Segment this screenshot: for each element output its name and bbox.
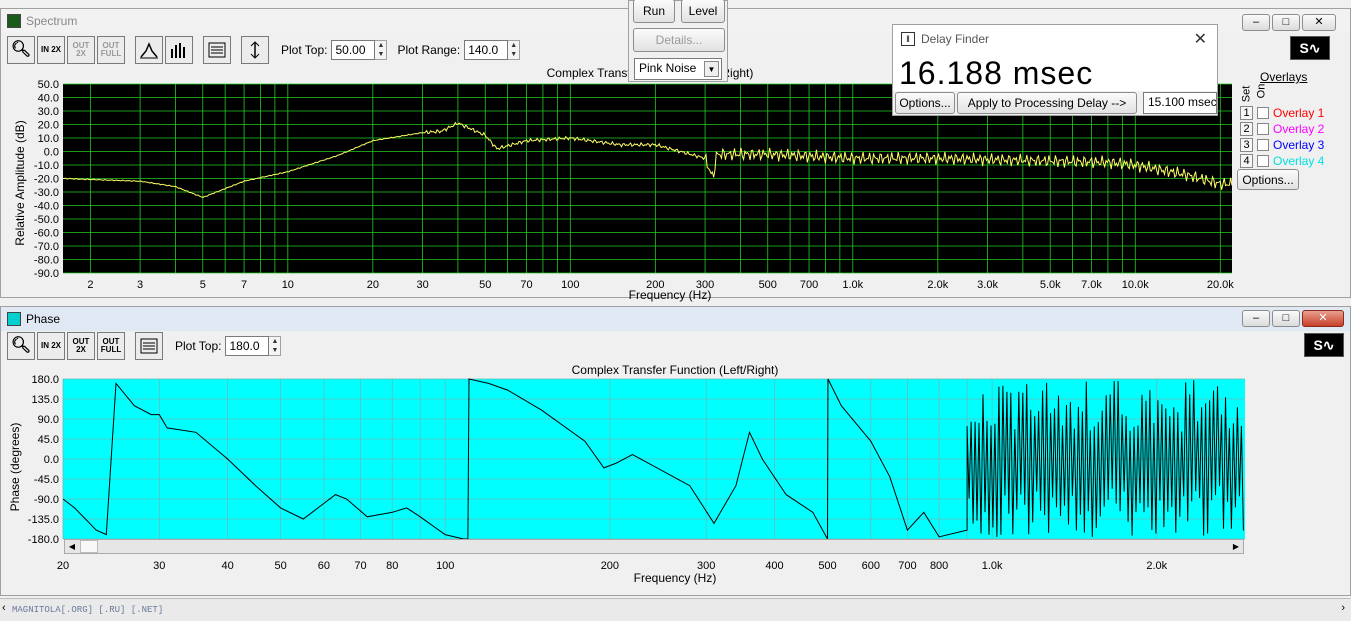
phase-titlebar[interactable]: Phase [1, 307, 1350, 331]
overlay-set-button[interactable]: 2 [1240, 122, 1253, 136]
plot-top-input[interactable]: 50.00 [331, 40, 376, 60]
overlay-checkbox[interactable] [1257, 123, 1269, 135]
zoom-in-2x-icon[interactable]: IN 2X [37, 332, 65, 360]
maximize-button[interactable]: □ [1272, 14, 1300, 31]
generator-panel: Run Level Details... Pink Noise ▼ [628, 0, 728, 82]
zoom-out-2x-icon[interactable]: OUT 2X [67, 332, 95, 360]
overlay-set-button[interactable]: 4 [1240, 154, 1253, 168]
overlays-title[interactable]: Overlays [1260, 70, 1307, 84]
minimize-button[interactable]: – [1242, 310, 1270, 327]
phase-plot-top-label: Plot Top: [175, 339, 222, 353]
phase-sound-button[interactable]: S∿ [1304, 333, 1344, 357]
plot-range-input[interactable]: 140.0 [464, 40, 509, 60]
phase-plot-top-input[interactable]: 180.0 [225, 336, 270, 356]
close-icon[interactable]: ✕ [1194, 29, 1207, 49]
zoom-out-full-icon[interactable]: OUT FULL [97, 36, 125, 64]
plot-top-arrows[interactable]: ▲ ▼ [375, 40, 388, 60]
display-options-icon[interactable] [135, 332, 163, 360]
apply-processing-delay-button[interactable]: Apply to Processing Delay --> [957, 92, 1137, 114]
spectrum-window-controls: – □ ✕ [1242, 14, 1336, 31]
zoom-in-2x-icon[interactable]: IN 2X [37, 36, 65, 64]
close-button[interactable]: ✕ [1302, 14, 1336, 31]
processing-delay-field[interactable]: 15.100 msec [1143, 92, 1217, 114]
minimize-button[interactable]: – [1242, 14, 1270, 31]
overlay-label: Overlay 4 [1273, 154, 1325, 168]
zoom-out-2x-icon[interactable]: OUT 2X [67, 36, 95, 64]
zoom-icon[interactable]: 🔍︎ [7, 332, 35, 360]
phase-window-controls: – □ ✕ [1242, 310, 1344, 327]
phase-app-icon [7, 312, 21, 326]
overlay-label: Overlay 2 [1273, 122, 1325, 136]
overlay-checkbox[interactable] [1257, 155, 1269, 167]
delay-finder-app-icon: ‖ [901, 32, 915, 46]
overlay-checkbox[interactable] [1257, 139, 1269, 151]
phase-scrollbar[interactable]: ◀ ▶ [64, 539, 1244, 554]
delay-options-button[interactable]: Options... [895, 92, 955, 114]
plot-range-arrows[interactable]: ▲ ▼ [508, 40, 521, 60]
display-options-icon[interactable] [203, 36, 231, 64]
chevron-down-icon[interactable]: ▼ [704, 61, 719, 77]
scroll-thumb[interactable] [80, 540, 98, 553]
phase-plot-title: Complex Transfer Function (Left/Right) [571, 363, 779, 377]
maximize-button[interactable]: □ [1272, 310, 1300, 327]
overlay-row[interactable]: 3 Overlay 3 [1240, 138, 1324, 152]
scroll-right-arrow[interactable]: ▶ [1229, 540, 1243, 553]
plot-range-label: Plot Range: [397, 43, 461, 57]
noise-type-select[interactable]: Pink Noise ▼ [634, 58, 722, 80]
overlays-options-button[interactable]: Options... [1237, 169, 1299, 190]
run-button[interactable]: Run [633, 0, 675, 23]
plot-top-stepper[interactable]: 50.00 ▲ ▼ [331, 40, 388, 60]
spectrum-xlabel: Frequency (Hz) [628, 288, 712, 302]
status-bar[interactable]: ‹ MAGNITOLA[.ORG] [.RU] [.NET] › [0, 598, 1351, 621]
delay-finder-window: ‖ Delay Finder ✕ 16.188 msec Options... … [892, 24, 1218, 116]
zoom-out-full-icon[interactable]: OUT FULL [97, 332, 125, 360]
autoscale-icon[interactable] [241, 36, 269, 64]
spectrum-sound-button[interactable]: S∿ [1290, 36, 1330, 60]
phase-window-title: Phase [26, 312, 61, 326]
delay-finder-title: Delay Finder [921, 32, 990, 46]
scroll-right-arrow[interactable]: › [1341, 602, 1345, 614]
scroll-left-arrow[interactable]: ‹ [2, 602, 6, 614]
overlay-row[interactable]: 1 Overlay 1 [1240, 106, 1324, 120]
plot-top-label: Plot Top: [281, 43, 328, 57]
zoom-icon[interactable]: 🔍︎ [7, 36, 35, 64]
level-button[interactable]: Level [681, 0, 725, 23]
phase-toolbar: 🔍︎ IN 2X OUT 2X OUT FULL Plot Top: 180.0… [7, 331, 282, 361]
overlay-set-button[interactable]: 1 [1240, 106, 1253, 120]
scroll-left-arrow[interactable]: ◀ [65, 540, 79, 553]
status-text: MAGNITOLA[.ORG] [.RU] [.NET] [12, 605, 164, 615]
spectrum-app-icon [7, 14, 21, 28]
spectrum-window-title: Spectrum [26, 14, 78, 28]
phase-ylabel: Phase (degrees) [8, 422, 22, 512]
noise-type-value: Pink Noise [639, 61, 697, 75]
delay-finder-titlebar[interactable]: ‖ Delay Finder ✕ [893, 25, 1217, 53]
bar-graph-icon[interactable] [165, 36, 193, 64]
spectrum-toolbar: 🔍︎ IN 2X OUT 2X OUT FULL Plot Top: 50.00… [7, 35, 521, 65]
line-graph-icon[interactable] [135, 36, 163, 64]
overlays-on-label: On [1255, 83, 1268, 99]
overlay-label: Overlay 3 [1273, 138, 1325, 152]
details-button[interactable]: Details... [633, 28, 725, 52]
overlay-label: Overlay 1 [1273, 106, 1325, 120]
overlays-set-label: Set [1240, 85, 1253, 103]
delay-value: 16.188 msec [899, 55, 1094, 91]
phase-xlabel: Frequency (Hz) [633, 571, 717, 585]
phase-plot-top-stepper[interactable]: 180.0 ▲ ▼ [225, 336, 282, 356]
overlay-checkbox[interactable] [1257, 107, 1269, 119]
spectrum-ylabel: Relative Amplitude (dB) [13, 120, 27, 246]
close-button[interactable]: ✕ [1302, 310, 1344, 327]
overlay-row[interactable]: 4 Overlay 4 [1240, 154, 1324, 168]
overlay-row[interactable]: 2 Overlay 2 [1240, 122, 1324, 136]
plot-range-stepper[interactable]: 140.0 ▲ ▼ [464, 40, 521, 60]
overlay-set-button[interactable]: 3 [1240, 138, 1253, 152]
phase-plot-top-arrows[interactable]: ▲ ▼ [269, 336, 282, 356]
